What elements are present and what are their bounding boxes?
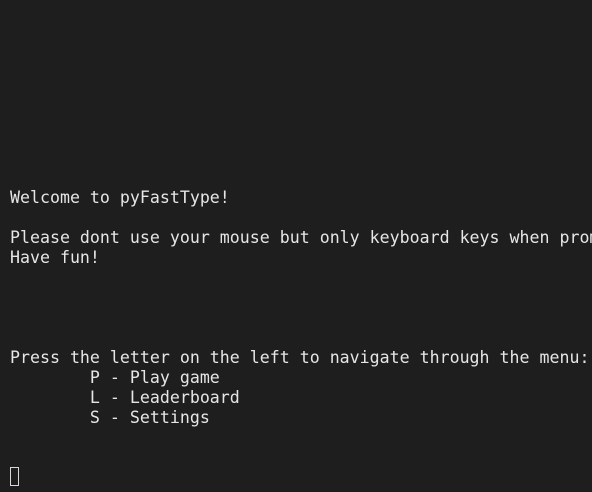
terminal-window[interactable]: Welcome to pyFastType! Please dont use y… <box>0 0 592 492</box>
menu-item-leaderboard: L - Leaderboard <box>10 388 240 407</box>
have-fun-text: Have fun! <box>10 248 100 267</box>
instruction-text: Please dont use your mouse but only keyb… <box>10 228 592 247</box>
menu-prompt: Press the letter on the left to navigate… <box>10 348 590 367</box>
menu-item-play: P - Play game <box>10 368 220 387</box>
welcome-text: Welcome to pyFastType! <box>10 188 230 207</box>
terminal-cursor <box>10 467 19 486</box>
menu-item-settings: S - Settings <box>10 408 210 427</box>
